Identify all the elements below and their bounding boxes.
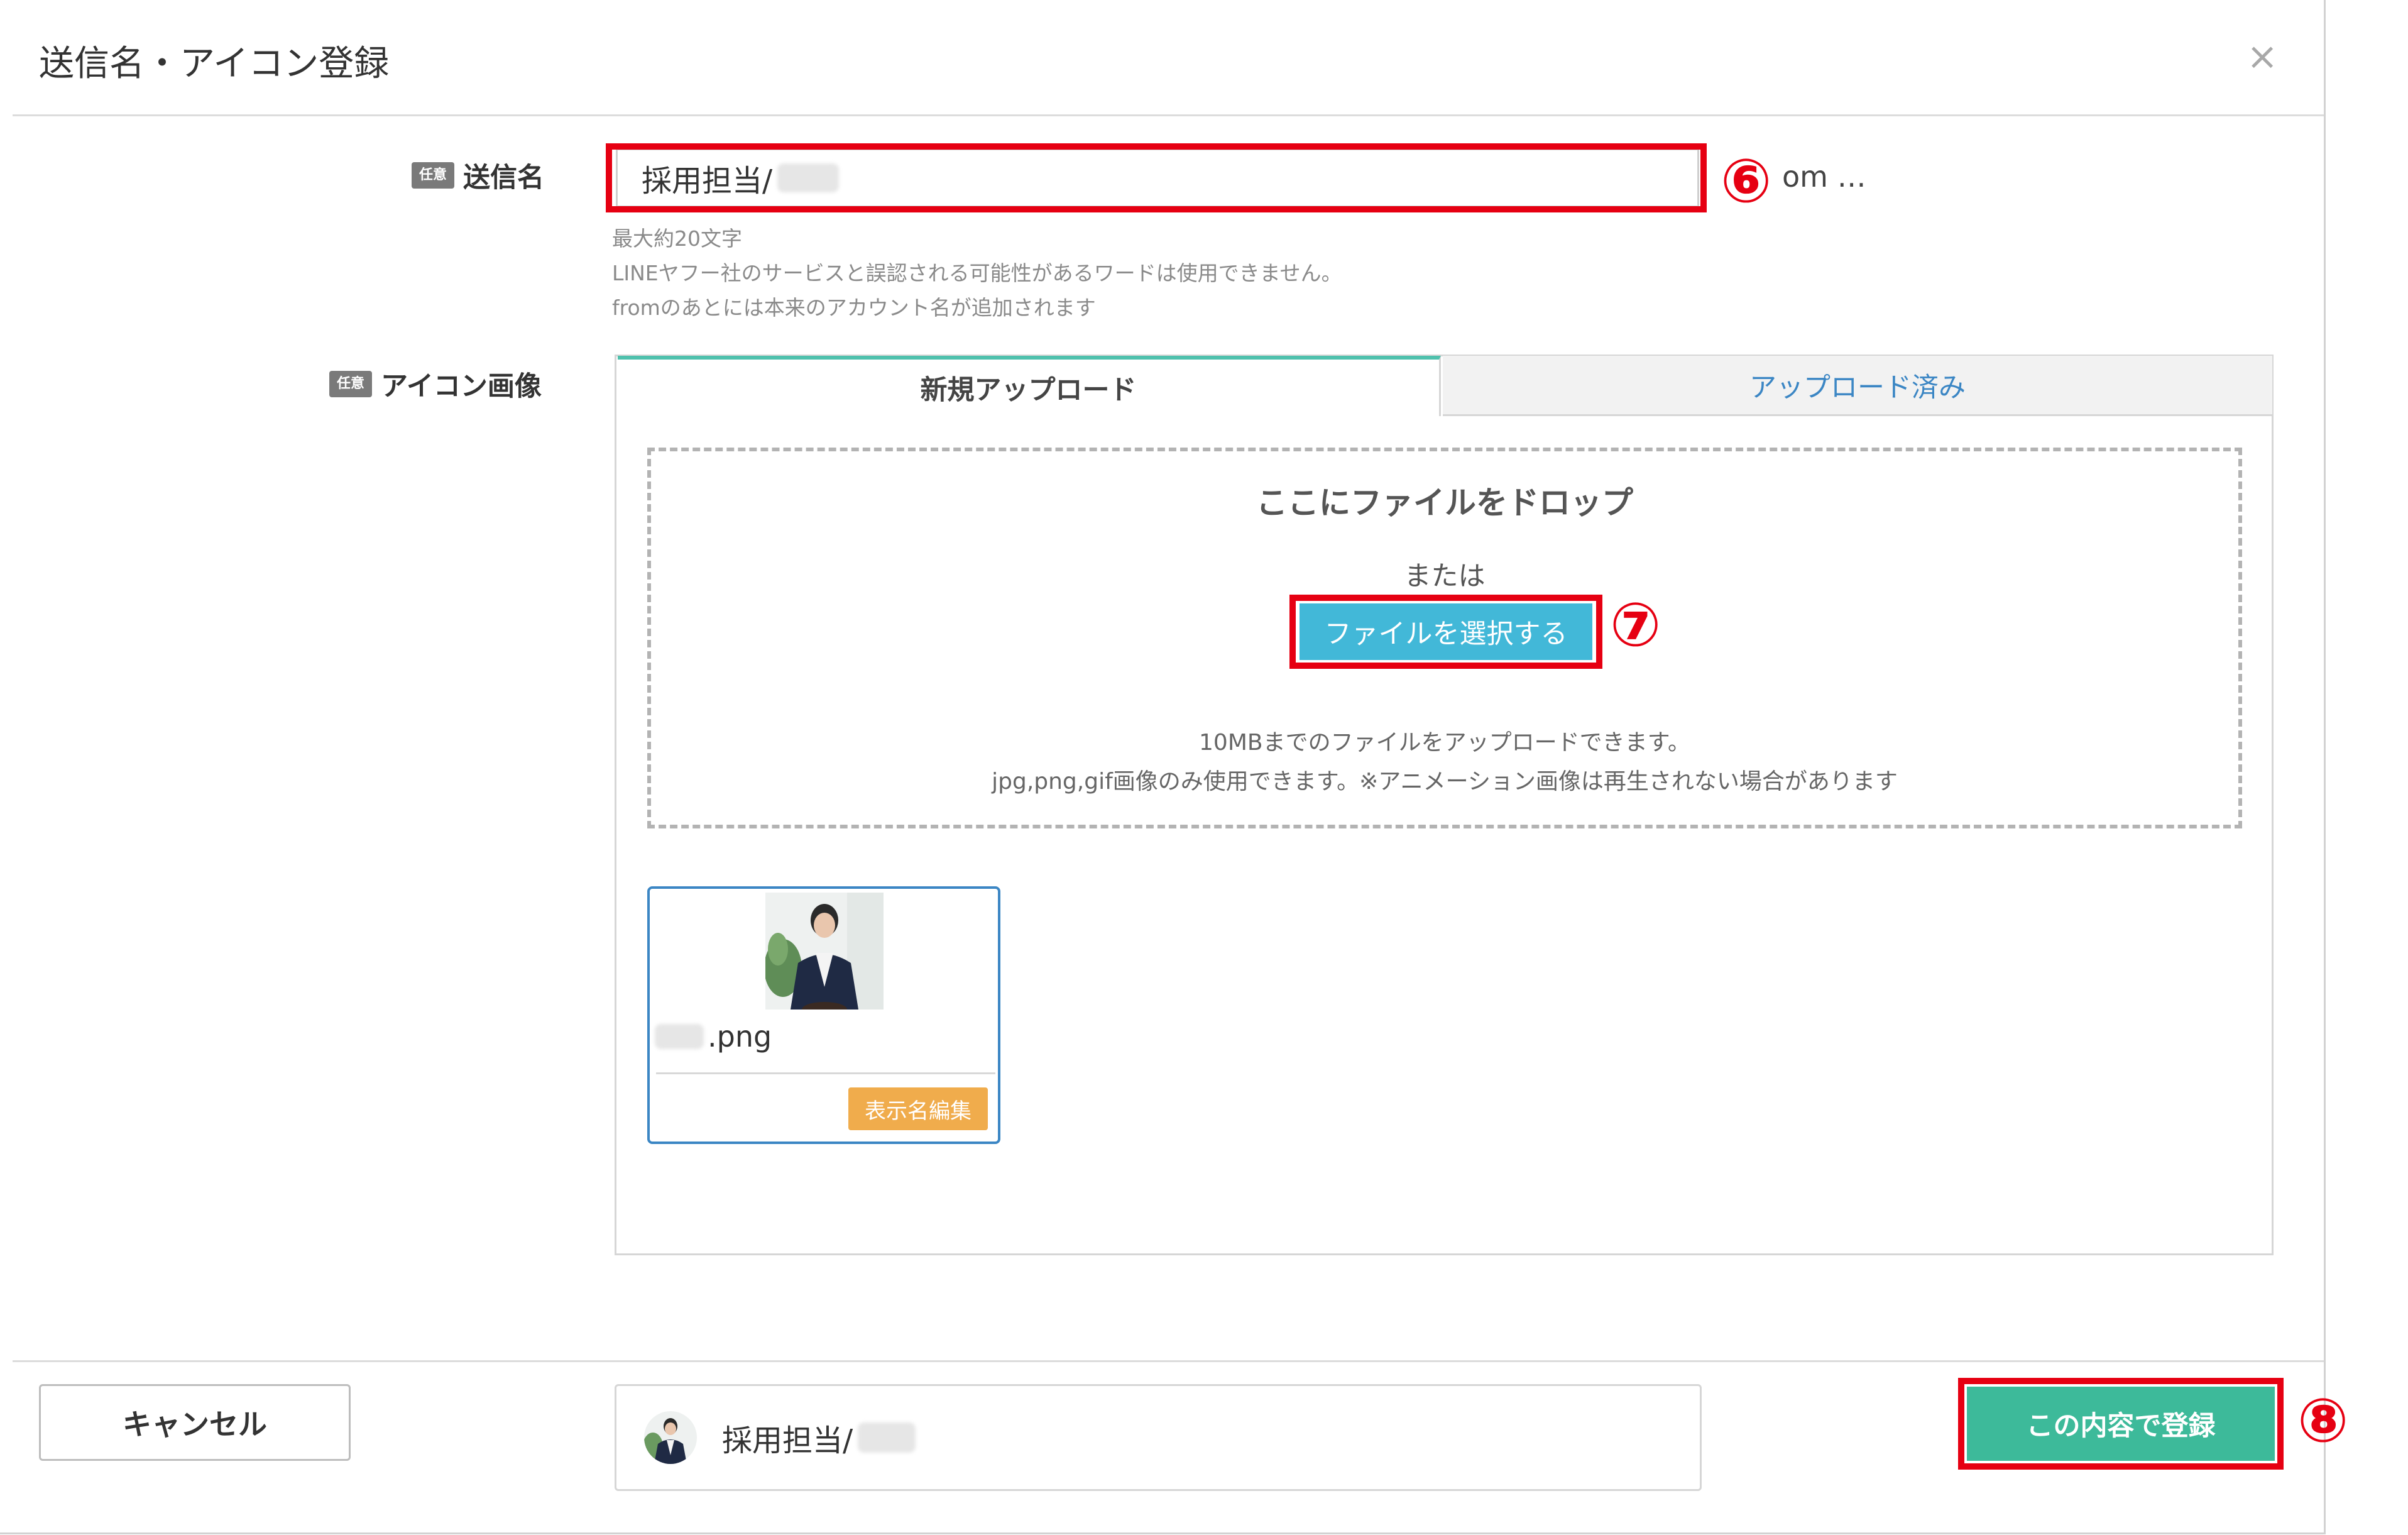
- tab-uploaded[interactable]: アップロード済み: [1443, 356, 2272, 416]
- close-icon[interactable]: ×: [2247, 38, 2278, 75]
- dialog-title: 送信名・アイコン登録: [39, 43, 390, 84]
- preview-sender-name: 採用担当/: [722, 1423, 853, 1458]
- sender-name-value: 採用担当/: [642, 163, 773, 199]
- sender-name-suffix: om …: [1782, 160, 1866, 194]
- optional-badge: 任意: [329, 371, 373, 397]
- dropzone-note-format: jpg,png,gif画像のみ使用できます。※アニメーション画像は再生されない場…: [992, 769, 1898, 795]
- edit-display-name-button[interactable]: 表示名編集: [848, 1087, 988, 1130]
- help-line: 最大約20文字: [612, 226, 742, 251]
- help-line: LINEヤフー社のサービスと誤認される可能性があるワードは使用できません。: [612, 261, 1342, 285]
- optional-badge: 任意: [412, 162, 455, 189]
- blurred-text: [655, 1024, 704, 1049]
- sender-name-label: 任意 送信名: [412, 156, 544, 195]
- blurred-text: [777, 163, 840, 192]
- sender-name-input[interactable]: 採用担当/: [616, 148, 1699, 207]
- icon-image-label: 任意 アイコン画像: [329, 365, 542, 404]
- select-file-button[interactable]: ファイルを選択する: [1300, 603, 1592, 660]
- sender-preview: 採用担当/: [615, 1384, 1702, 1491]
- submit-button[interactable]: この内容で登録: [1967, 1387, 2275, 1461]
- step-marker-6: ⑥: [1721, 146, 1772, 216]
- icon-image-label-text: アイコン画像: [381, 371, 542, 402]
- sender-name-help: 最大約20文字 LINEヤフー社のサービスと誤認される可能性があるワードは使用で…: [612, 221, 1342, 325]
- uploaded-filename: .png: [655, 1020, 772, 1054]
- dropzone-note-size: 10MBまでのファイルをアップロードできます。: [1199, 730, 1690, 756]
- footer-divider: [13, 1360, 2324, 1362]
- avatar: [644, 1411, 697, 1464]
- step-marker-8: ⑧: [2297, 1385, 2349, 1456]
- tab-new-upload[interactable]: 新規アップロード: [618, 356, 1441, 416]
- blurred-text: [858, 1422, 916, 1453]
- cancel-button[interactable]: キャンセル: [39, 1384, 351, 1461]
- sender-name-label-text: 送信名: [463, 162, 545, 194]
- step-marker-7: ⑦: [1610, 590, 1661, 660]
- help-line: fromのあとには本来のアカウント名が追加されます: [612, 295, 1096, 320]
- dropzone-or: または: [1404, 561, 1486, 592]
- dropzone-title: ここにファイルをドロップ: [1256, 485, 1633, 521]
- avatar-thumbnail: [765, 893, 884, 1010]
- card-divider: [656, 1072, 995, 1074]
- header-divider: [13, 114, 2324, 116]
- filename-text: .png: [708, 1020, 772, 1054]
